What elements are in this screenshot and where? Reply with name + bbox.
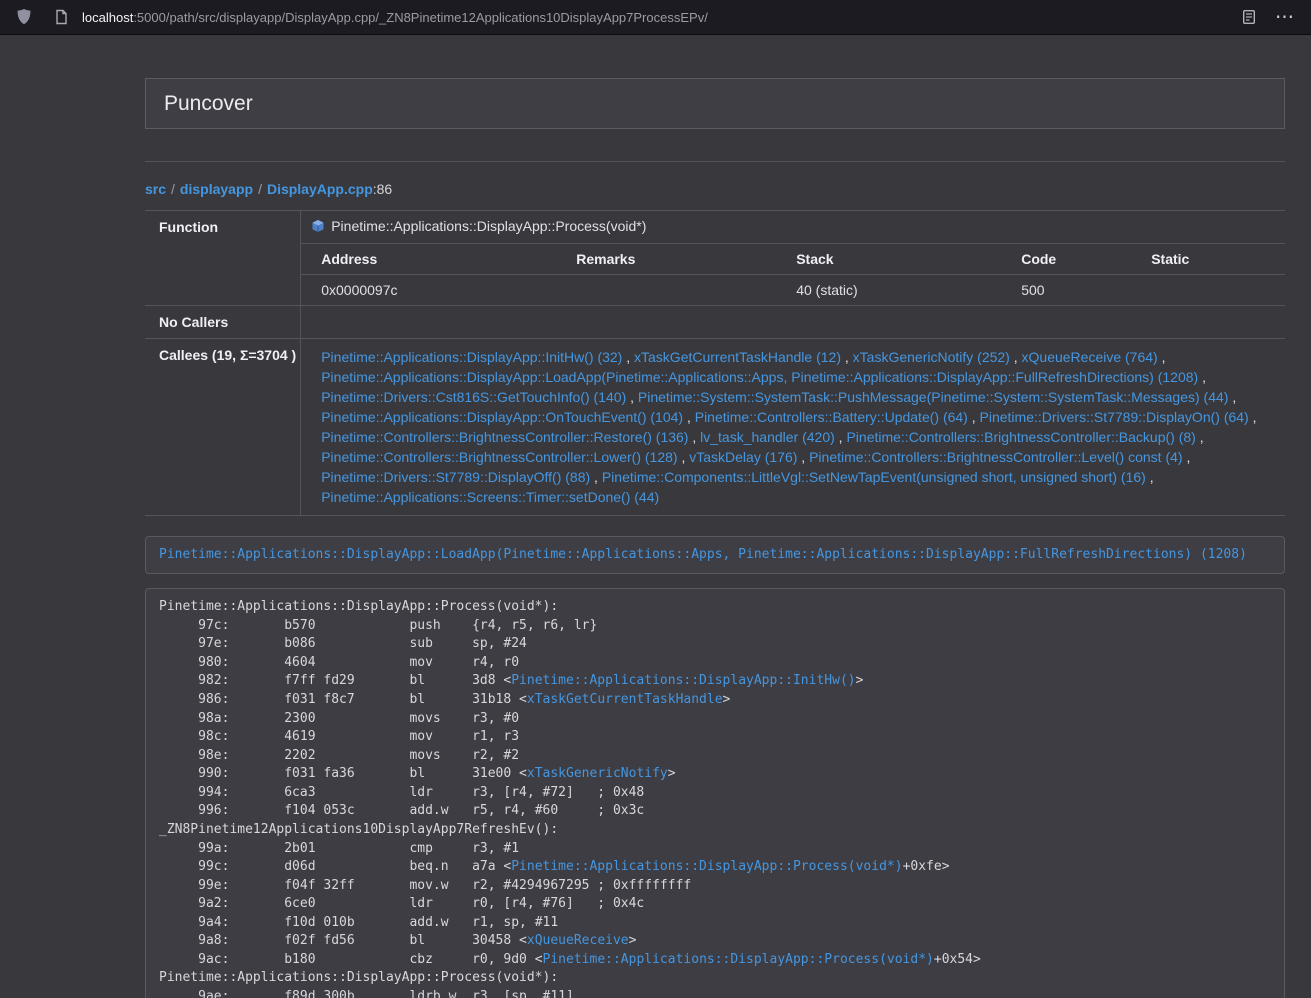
code-symbol-link[interactable]: Pinetime::Applications::DisplayApp::Proc… <box>543 952 934 967</box>
code-symbol-link[interactable]: xTaskGenericNotify <box>527 766 668 781</box>
callee-link[interactable]: xTaskGenericNotify (252) <box>853 349 1010 365</box>
code-symbol-link[interactable]: xQueueReceive <box>527 933 629 948</box>
callee-link[interactable]: Pinetime::Controllers::BrightnessControl… <box>846 429 1195 445</box>
code-symbol-link[interactable]: Pinetime::Applications::DisplayApp::Init… <box>511 673 855 688</box>
divider <box>145 161 1285 162</box>
col-header-code: Code <box>1001 244 1131 275</box>
callee-link[interactable]: Pinetime::Applications::DisplayApp::Init… <box>321 349 622 365</box>
symbol-value-row: 0x0000097c 40 (static) 500 <box>301 275 1285 306</box>
breadcrumb-line-number: :86 <box>373 181 392 197</box>
tracking-protection-shield-icon[interactable] <box>10 8 38 26</box>
breadcrumb-link-file[interactable]: DisplayApp.cpp <box>267 181 373 197</box>
reader-view-icon[interactable] <box>1235 9 1263 25</box>
breadcrumb-separator: / <box>171 181 175 197</box>
function-row-label: Function <box>145 211 301 306</box>
callee-link[interactable]: Pinetime::Components::LittleVgl::SetNewT… <box>602 469 1146 485</box>
disassembly-block: Pinetime::Applications::DisplayApp::Proc… <box>145 588 1285 998</box>
no-callers-value <box>301 306 1285 339</box>
highlighted-symbol-link[interactable]: Pinetime::Applications::DisplayApp::Load… <box>159 547 1247 562</box>
url-path: :5000/path/src/displayapp/DisplayApp.cpp… <box>133 10 708 25</box>
no-callers-row: No Callers <box>145 306 1285 339</box>
url-text: localhost:5000/path/src/displayapp/Displ… <box>82 10 708 25</box>
symbol-remarks <box>556 275 776 306</box>
callee-link[interactable]: Pinetime::Controllers::Battery::Update()… <box>695 409 968 425</box>
page-icon[interactable] <box>48 9 74 25</box>
symbol-static <box>1131 275 1285 306</box>
page-header: Puncover <box>145 78 1285 129</box>
callee-link[interactable]: xQueueReceive (764) <box>1022 349 1158 365</box>
symbol-header-row: Address Remarks Stack Code Static <box>301 244 1285 275</box>
breadcrumb-link-src[interactable]: src <box>145 181 166 197</box>
page-container: Puncover src / displayapp / DisplayApp.cpp:8… <box>145 78 1285 998</box>
browser-chrome: localhost:5000/path/src/displayapp/Displ… <box>0 0 1311 35</box>
symbol-code: 500 <box>1001 275 1131 306</box>
symbol-table: Address Remarks Stack Code Static 0x0000… <box>301 244 1285 305</box>
callees-label: Callees (19, Σ=3704 ) <box>145 339 301 516</box>
callee-link[interactable]: Pinetime::Applications::DisplayApp::Load… <box>321 369 1198 385</box>
highlighted-symbol-box: Pinetime::Applications::DisplayApp::Load… <box>145 536 1285 574</box>
function-name: Pinetime::Applications::DisplayApp::Proc… <box>331 218 646 234</box>
breadcrumb-link-displayapp[interactable]: displayapp <box>180 181 253 197</box>
callee-link[interactable]: Pinetime::Applications::DisplayApp::OnTo… <box>321 409 683 425</box>
callee-link[interactable]: Pinetime::Controllers::BrightnessControl… <box>809 449 1182 465</box>
function-row: Function Pinetime::Applications::Display… <box>145 211 1285 244</box>
symbol-address: 0x0000097c <box>301 275 556 306</box>
callee-link[interactable]: vTaskDelay (176) <box>689 449 797 465</box>
code-symbol-link[interactable]: xTaskGetCurrentTaskHandle <box>527 692 723 707</box>
disassembly-code: Pinetime::Applications::DisplayApp::Proc… <box>159 599 981 998</box>
symbol-stack: 40 (static) <box>776 275 1001 306</box>
callee-link[interactable]: Pinetime::Drivers::St7789::DisplayOn() (… <box>980 409 1249 425</box>
callee-link[interactable]: Pinetime::Controllers::BrightnessControl… <box>321 449 677 465</box>
callee-link[interactable]: Pinetime::Drivers::Cst816S::GetTouchInfo… <box>321 389 626 405</box>
callee-link[interactable]: Pinetime::System::SystemTask::PushMessag… <box>638 389 1229 405</box>
col-header-address: Address <box>301 244 556 275</box>
callee-link[interactable]: xTaskGetCurrentTaskHandle (12) <box>634 349 841 365</box>
callee-link[interactable]: Pinetime::Applications::Screens::Timer::… <box>321 489 659 505</box>
function-table: Function Pinetime::Applications::Display… <box>145 210 1285 516</box>
page-actions-menu-icon[interactable]: ⋯ <box>1269 8 1301 27</box>
url-host: localhost <box>82 10 133 25</box>
callees-row: Callees (19, Σ=3704 ) Pinetime::Applicat… <box>145 339 1285 516</box>
code-symbol-link[interactable]: Pinetime::Applications::DisplayApp::Proc… <box>511 859 902 874</box>
page-title: Puncover <box>164 92 253 116</box>
callees-list: Pinetime::Applications::DisplayApp::Init… <box>301 339 1285 516</box>
callee-link[interactable]: lv_task_handler (420) <box>700 429 835 445</box>
callee-link[interactable]: Pinetime::Drivers::St7789::DisplayOff() … <box>321 469 590 485</box>
function-icon <box>311 219 325 236</box>
breadcrumb-separator: / <box>258 181 262 197</box>
symbol-detail-row: Address Remarks Stack Code Static 0x0000… <box>145 244 1285 306</box>
callee-link[interactable]: Pinetime::Controllers::BrightnessControl… <box>321 429 688 445</box>
col-header-static: Static <box>1131 244 1285 275</box>
col-header-stack: Stack <box>776 244 1001 275</box>
no-callers-label: No Callers <box>145 306 301 339</box>
url-bar[interactable]: localhost:5000/path/src/displayapp/Displ… <box>44 3 1229 31</box>
col-header-remarks: Remarks <box>556 244 776 275</box>
breadcrumb: src / displayapp / DisplayApp.cpp:86 <box>145 179 1285 199</box>
